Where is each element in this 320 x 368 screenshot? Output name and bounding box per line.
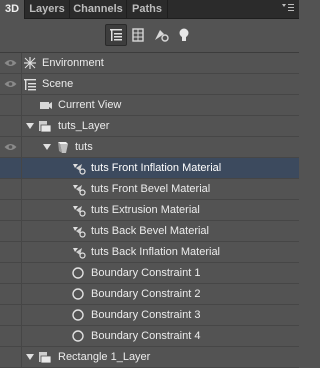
chevron-down-icon[interactable] (43, 144, 51, 150)
scene-icon (24, 79, 36, 91)
visibility-column (0, 158, 22, 178)
visibility-column (0, 242, 22, 262)
tree-row-environment[interactable]: Environment (0, 53, 299, 74)
visibility-column (0, 116, 22, 136)
lights-filter-icon[interactable] (174, 25, 194, 45)
chevron-down-icon[interactable] (26, 354, 34, 360)
visibility-column (0, 347, 22, 367)
tree-row-label: Environment (42, 57, 104, 69)
tree-row-label: Boundary Constraint 1 (91, 267, 201, 279)
layer-icon (39, 352, 52, 364)
eye-icon (4, 60, 17, 66)
environment-icon (24, 57, 36, 69)
material-icon (73, 248, 86, 259)
tree-row-label: tuts_Layer (58, 120, 110, 132)
tree-row-label: tuts Front Inflation Material (91, 162, 222, 174)
visibility-toggle[interactable] (0, 137, 22, 157)
tree-row-current-view[interactable]: Current View (0, 95, 299, 116)
tree-row-tuts-layer[interactable]: tuts_Layer (0, 116, 299, 137)
tree-row-front-bevel-material[interactable]: tuts Front Bevel Material (0, 179, 299, 200)
chevron-down-icon[interactable] (26, 123, 34, 129)
tree-row-label: tuts Back Inflation Material (91, 246, 221, 258)
tree-row-label: Scene (42, 78, 74, 90)
tree-row-boundary-constraint-1[interactable]: Boundary Constraint 1 (0, 263, 299, 284)
visibility-column (0, 200, 22, 220)
tree-row-extrusion-material[interactable]: tuts Extrusion Material (0, 200, 299, 221)
meshes-filter-icon[interactable] (128, 25, 148, 45)
tab-paths[interactable]: Paths (127, 0, 168, 18)
tree-row-label: Boundary Constraint 4 (91, 330, 201, 342)
visibility-column (0, 263, 22, 283)
panel-menu-icon[interactable] (281, 2, 295, 14)
material-icon (73, 227, 86, 238)
visibility-column (0, 326, 22, 346)
tree-row-tuts[interactable]: tuts (0, 137, 299, 158)
tree-row-boundary-constraint-2[interactable]: Boundary Constraint 2 (0, 284, 299, 305)
eye-icon (4, 81, 17, 87)
panel-tab-bar: 3D Layers Channels Paths (0, 0, 299, 19)
tree-row-label: tuts Extrusion Material (91, 204, 200, 216)
tree-row-label: Boundary Constraint 2 (91, 288, 201, 300)
constraint-icon (72, 330, 84, 342)
tree-row-label: Rectangle 1_Layer (58, 351, 151, 363)
materials-filter-icon[interactable] (151, 25, 171, 45)
material-icon (73, 185, 86, 196)
visibility-toggle[interactable] (0, 74, 22, 94)
constraint-icon (72, 309, 84, 321)
whole-scene-filter-icon[interactable] (105, 24, 127, 46)
tree-row-scene[interactable]: Scene (0, 74, 299, 95)
material-icon (73, 206, 86, 217)
tree-row-back-inflation-material[interactable]: tuts Back Inflation Material (0, 242, 299, 263)
visibility-column (0, 179, 22, 199)
tree-row-rectangle-1-layer[interactable]: Rectangle 1_Layer (0, 347, 299, 368)
tab-channels[interactable]: Channels (70, 0, 127, 18)
filter-toolbar (0, 19, 299, 53)
tree-row-boundary-constraint-3[interactable]: Boundary Constraint 3 (0, 305, 299, 326)
visibility-column (0, 95, 22, 115)
tree-row-label: Current View (58, 99, 122, 111)
tree-row-label: tuts (75, 141, 93, 153)
visibility-toggle[interactable] (0, 53, 22, 73)
material-icon (73, 164, 86, 175)
constraint-icon (72, 267, 84, 279)
camera-icon (40, 102, 52, 109)
tree-row-front-inflation-material[interactable]: tuts Front Inflation Material (0, 158, 299, 179)
constraint-icon (72, 288, 84, 300)
eye-icon (4, 144, 17, 150)
tree-row-back-bevel-material[interactable]: tuts Back Bevel Material (0, 221, 299, 242)
visibility-column (0, 221, 22, 241)
visibility-column (0, 305, 22, 325)
tree-row-label: tuts Back Bevel Material (91, 225, 209, 237)
tab-layers[interactable]: Layers (25, 0, 70, 18)
tree-row-label: tuts Front Bevel Material (91, 183, 211, 195)
visibility-column (0, 284, 22, 304)
tab-3d[interactable]: 3D (0, 0, 25, 19)
mesh-icon (58, 142, 68, 153)
layer-icon (39, 121, 52, 133)
tree-row-label: Boundary Constraint 3 (91, 309, 201, 321)
tree-row-boundary-constraint-4[interactable]: Boundary Constraint 4 (0, 326, 299, 347)
